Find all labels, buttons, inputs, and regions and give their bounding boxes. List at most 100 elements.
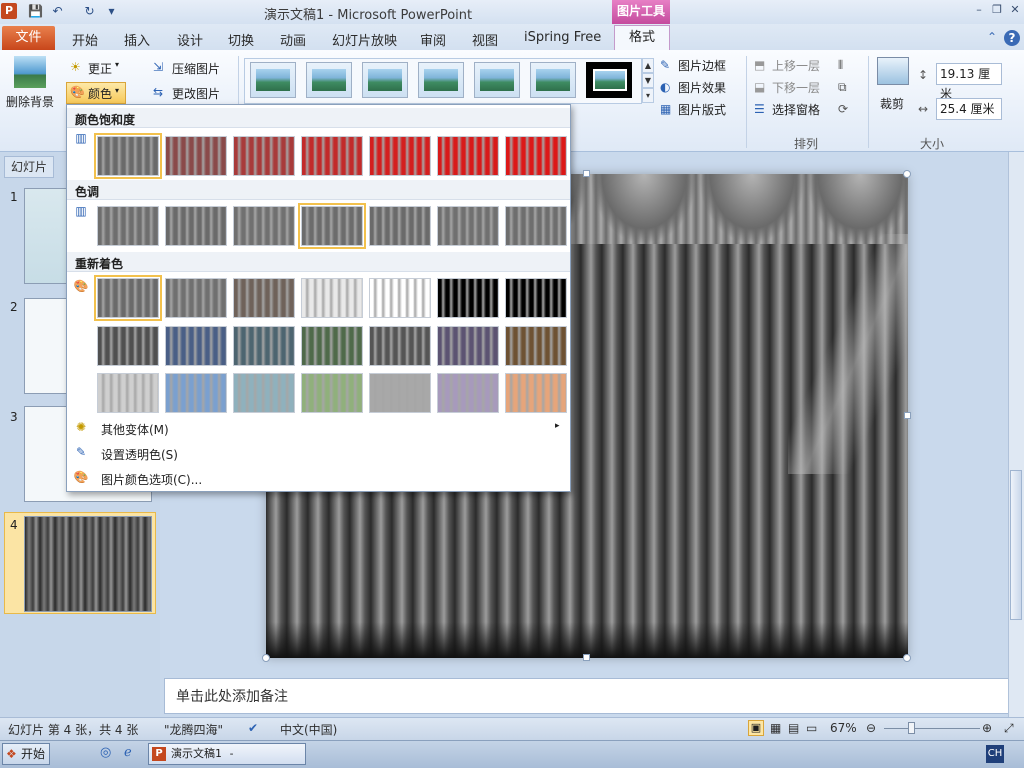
recolor-swatch[interactable] — [369, 373, 431, 413]
spellcheck-icon[interactable]: ✔ — [248, 721, 258, 735]
language-indicator[interactable]: 中文(中国) — [280, 721, 337, 738]
saturation-swatch[interactable] — [369, 136, 431, 176]
slides-tab[interactable]: 幻灯片 — [4, 156, 54, 178]
slideshow-icon[interactable]: ▭ — [806, 721, 817, 735]
tab-animations[interactable]: 动画 — [280, 30, 306, 49]
saturation-swatch[interactable] — [165, 136, 227, 176]
selection-pane-button[interactable]: 选择窗格 — [772, 101, 820, 118]
ie-icon[interactable]: ℯ — [124, 745, 132, 760]
picture-effects-button[interactable]: 图片效果 — [678, 79, 726, 96]
saturation-swatch[interactable] — [437, 136, 499, 176]
tone-swatch[interactable] — [505, 206, 567, 246]
notes-pane[interactable] — [164, 678, 1010, 714]
change-picture-button[interactable]: 更改图片 — [172, 85, 220, 102]
recolor-swatch[interactable] — [301, 278, 363, 318]
tab-design[interactable]: 设计 — [177, 30, 203, 49]
more-variations-item[interactable]: 其他变体(M) — [101, 421, 169, 438]
tab-format[interactable]: 格式 — [614, 25, 670, 51]
close-button[interactable]: ✕ — [1006, 2, 1024, 18]
help-icon[interactable]: ? — [1004, 30, 1020, 46]
picture-border-button[interactable]: 图片边框 — [678, 57, 726, 74]
recolor-swatch[interactable] — [97, 326, 159, 366]
recolor-swatch[interactable] — [437, 278, 499, 318]
reading-view-icon[interactable]: ▤ — [788, 721, 799, 735]
gallery-scroll-up[interactable]: ▲ — [642, 58, 654, 73]
picture-style-5[interactable] — [474, 62, 520, 98]
tone-swatch[interactable] — [97, 206, 159, 246]
picture-style-4[interactable] — [418, 62, 464, 98]
taskbar-powerpoint-window[interactable]: 演示文稿1 - Microso... — [148, 743, 306, 768]
resize-handle[interactable] — [583, 654, 590, 661]
tone-swatch[interactable] — [298, 203, 366, 249]
recolor-swatch[interactable] — [94, 275, 162, 321]
compress-pictures-button[interactable]: 压缩图片 — [172, 60, 220, 77]
zoom-in-icon[interactable]: ⊕ — [982, 721, 992, 735]
save-icon[interactable]: 💾 — [28, 4, 43, 19]
recolor-swatch[interactable] — [505, 373, 567, 413]
recolor-swatch[interactable] — [165, 326, 227, 366]
recolor-swatch[interactable] — [165, 278, 227, 318]
tab-transitions[interactable]: 切换 — [228, 30, 254, 49]
tab-ispring[interactable]: iSpring Free — [524, 30, 601, 45]
zoom-out-icon[interactable]: ⊖ — [866, 721, 876, 735]
resize-handle[interactable] — [904, 412, 911, 419]
saturation-swatch[interactable] — [301, 136, 363, 176]
saturation-swatch[interactable] — [94, 133, 162, 179]
tab-review[interactable]: 审阅 — [420, 30, 446, 49]
zoom-slider[interactable] — [884, 728, 980, 729]
tone-swatch[interactable] — [369, 206, 431, 246]
recolor-swatch[interactable] — [165, 373, 227, 413]
height-input[interactable]: 19.13 厘米 — [936, 63, 1002, 101]
customize-qat-icon[interactable]: ▾ — [104, 4, 119, 19]
recolor-swatch[interactable] — [369, 278, 431, 318]
zoom-level[interactable]: 67% — [830, 721, 857, 735]
quicklaunch-icon[interactable]: ◎ — [100, 745, 111, 760]
saturation-swatch[interactable] — [233, 136, 295, 176]
zoom-slider-thumb[interactable] — [908, 722, 915, 734]
picture-style-3[interactable] — [362, 62, 408, 98]
tone-swatch[interactable] — [437, 206, 499, 246]
recolor-swatch[interactable] — [369, 326, 431, 366]
ime-indicator[interactable]: CH — [986, 745, 1004, 763]
resize-handle[interactable] — [903, 170, 911, 178]
minimize-button[interactable]: – — [970, 2, 988, 18]
slide-thumbnail-4[interactable] — [24, 516, 152, 612]
bring-forward-button[interactable]: 上移一层 — [772, 57, 820, 74]
undo-icon[interactable]: ↶ — [50, 4, 65, 19]
tab-file[interactable]: 文件 — [2, 26, 55, 50]
picture-style-1[interactable] — [250, 62, 296, 98]
tab-slideshow[interactable]: 幻灯片放映 — [332, 30, 397, 49]
recolor-swatch[interactable] — [97, 373, 159, 413]
recolor-swatch[interactable] — [505, 326, 567, 366]
picture-style-6[interactable] — [530, 62, 576, 98]
rotate-icon[interactable]: ⟳ — [838, 102, 848, 116]
align-icon[interactable]: ⫴ — [838, 58, 843, 73]
set-transparent-color-item[interactable]: 设置透明色(S) — [101, 446, 178, 463]
gallery-scroll-down[interactable]: ▼ — [642, 73, 654, 88]
resize-handle[interactable] — [262, 654, 270, 662]
fit-to-window-icon[interactable]: ⤢ — [1004, 721, 1014, 736]
saturation-swatch[interactable] — [505, 136, 567, 176]
gallery-more[interactable]: ▾ — [642, 88, 654, 103]
tab-insert[interactable]: 插入 — [124, 30, 150, 49]
collapse-ribbon-icon[interactable]: ⌃ — [984, 30, 1000, 46]
resize-handle[interactable] — [903, 654, 911, 662]
recolor-swatch[interactable] — [301, 373, 363, 413]
powerpoint-logo-icon[interactable]: P — [1, 3, 17, 19]
group-icon[interactable]: ⧉ — [838, 80, 847, 95]
send-backward-button[interactable]: 下移一层 — [772, 79, 820, 96]
recolor-swatch[interactable] — [437, 326, 499, 366]
picture-layout-button[interactable]: 图片版式 — [678, 101, 726, 118]
vertical-scrollbar[interactable] — [1008, 152, 1024, 717]
tab-home[interactable]: 开始 — [72, 30, 98, 49]
remove-background-button[interactable]: 删除背景 — [6, 93, 54, 110]
crop-button[interactable]: 裁剪 — [880, 95, 904, 112]
restore-button[interactable]: ❐ — [988, 2, 1006, 18]
recolor-swatch[interactable] — [505, 278, 567, 318]
recolor-swatch[interactable] — [233, 373, 295, 413]
remove-background-icon[interactable] — [14, 56, 46, 88]
picture-style-2[interactable] — [306, 62, 352, 98]
picture-style-7[interactable] — [586, 62, 632, 98]
crop-icon[interactable] — [877, 57, 909, 85]
picture-color-options-item[interactable]: 图片颜色选项(C)... — [101, 471, 202, 488]
